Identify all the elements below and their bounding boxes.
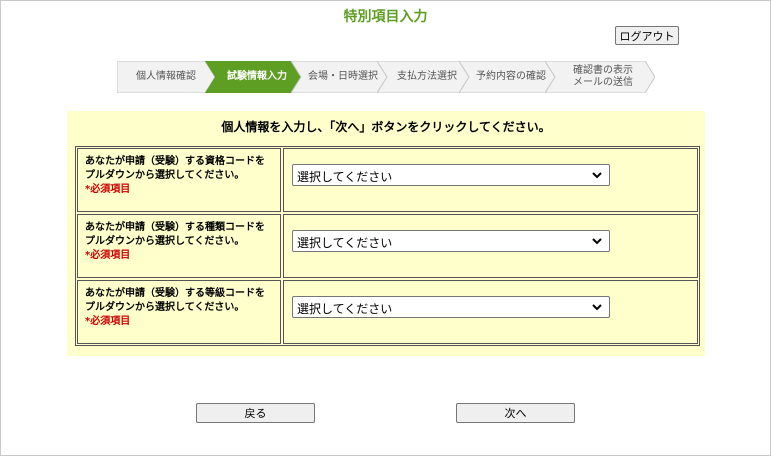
progress-steps: 個人情報確認 試験情報入力 会場・日時選択 支払方法選択 予約内容の確認 確認書… [117, 61, 662, 93]
field-input-cell: 選択してください [283, 280, 698, 344]
field-input-cell: 選択してください [283, 148, 698, 212]
step-label: 予約内容の確認 [476, 71, 546, 82]
field-label: あなたが申請（受験）する資格コードを プルダウンから選択してください。 *必須項… [77, 148, 281, 212]
field-label: あなたが申請（受験）する等級コードを プルダウンから選択してください。 *必須項… [77, 280, 281, 344]
chevron-down-icon [592, 172, 602, 179]
step-email: 確認書の表示 メールの送信 [545, 61, 655, 93]
form-table: あなたが申請（受験）する資格コードを プルダウンから選択してください。 *必須項… [75, 146, 700, 346]
field-label: あなたが申請（受験）する種類コードを プルダウンから選択してください。 *必須項… [77, 214, 281, 278]
step-label: 確認書の表示 メールの送信 [573, 65, 633, 88]
step-payment: 支払方法選択 [377, 61, 469, 93]
step-label: 個人情報確認 [136, 71, 196, 82]
type-code-select[interactable]: 選択してください [292, 230, 610, 252]
table-row: あなたが申請（受験）する等級コードを プルダウンから選択してください。 *必須項… [77, 280, 698, 344]
step-venue-date: 会場・日時選択 [291, 61, 387, 93]
grade-code-select[interactable]: 選択してください [292, 296, 610, 318]
step-label: 支払方法選択 [397, 71, 457, 82]
chevron-down-icon [592, 238, 602, 245]
field-input-cell: 選択してください [283, 214, 698, 278]
required-marker: *必須項目 [85, 250, 131, 261]
required-marker: *必須項目 [85, 184, 131, 195]
table-row: あなたが申請（受験）する種類コードを プルダウンから選択してください。 *必須項… [77, 214, 698, 278]
qualification-code-select[interactable]: 選択してください [292, 164, 610, 186]
required-marker: *必須項目 [85, 316, 131, 327]
step-label: 会場・日時選択 [308, 71, 378, 82]
step-exam-info: 試験情報入力 [205, 61, 301, 93]
page-title: 特別項目入力 [343, 9, 428, 25]
chevron-down-icon [592, 304, 602, 311]
step-confirm: 予約内容の確認 [459, 61, 555, 93]
table-row: あなたが申請（受験）する資格コードを プルダウンから選択してください。 *必須項… [77, 148, 698, 212]
next-button[interactable]: 次へ [456, 403, 575, 423]
step-label: 試験情報入力 [227, 71, 287, 82]
instruction-text: 個人情報を入力し、「次へ」ボタンをクリックしてください。 [221, 120, 551, 134]
form-panel: 個人情報を入力し、「次へ」ボタンをクリックしてください。 あなたが申請（受験）す… [67, 111, 705, 356]
back-button[interactable]: 戻る [196, 403, 315, 423]
step-personal-info: 個人情報確認 [117, 61, 215, 93]
logout-button[interactable]: ログアウト [615, 26, 679, 45]
